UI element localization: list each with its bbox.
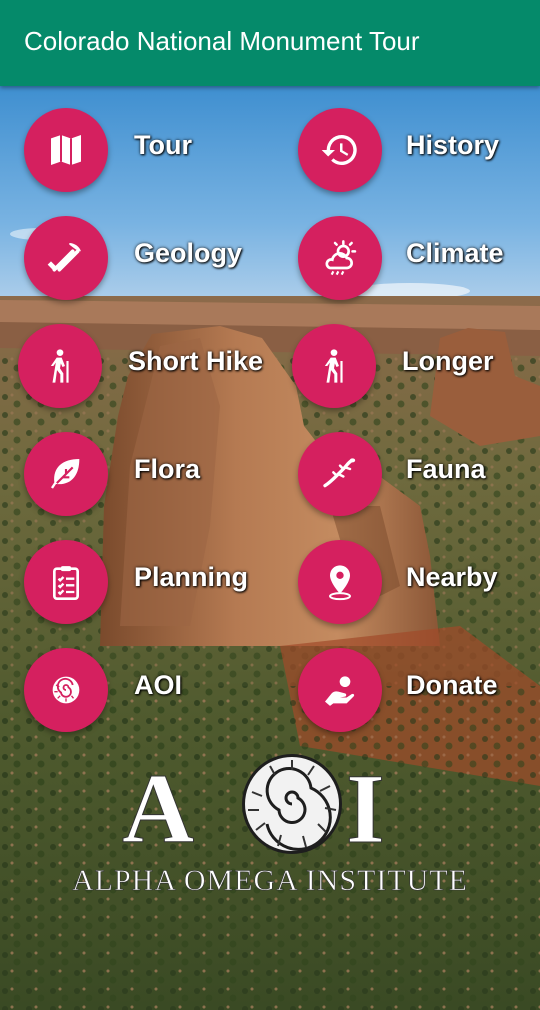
pick-shovel-icon xyxy=(47,243,81,272)
longer-circle[interactable] xyxy=(292,324,376,408)
institute-name: ALPHA OMEGA INSTITUTE xyxy=(72,864,468,897)
tour-circle[interactable] xyxy=(24,108,108,192)
donate-label: Donate xyxy=(406,670,498,700)
history-button[interactable]: History xyxy=(298,108,540,194)
svg-text:I: I xyxy=(346,753,385,864)
climate-circle[interactable] xyxy=(298,216,382,300)
aoi-button[interactable]: AOI xyxy=(24,648,274,734)
planning-label: Planning xyxy=(134,562,248,592)
tour-button[interactable]: Tour xyxy=(24,108,274,194)
history-icon xyxy=(321,134,357,165)
map-icon xyxy=(51,135,81,165)
svg-text:A: A xyxy=(122,753,194,864)
hand-coin-icon xyxy=(325,676,355,706)
geology-button[interactable]: Geology xyxy=(24,216,274,302)
flora-label: Flora xyxy=(134,454,201,484)
short-hike-button[interactable]: Short Hike xyxy=(18,324,268,410)
tour-label: Tour xyxy=(134,130,192,160)
ammonite-fossil-icon xyxy=(242,754,342,854)
planning-circle[interactable] xyxy=(24,540,108,624)
flora-circle[interactable] xyxy=(24,432,108,516)
hiker-icon xyxy=(50,349,69,383)
aoi-label: AOI xyxy=(134,670,183,700)
app-title: Colorado National Monument Tour xyxy=(24,26,420,56)
aoi-circle[interactable] xyxy=(24,648,108,732)
flora-button[interactable]: Flora xyxy=(24,432,274,518)
donate-button[interactable]: Donate xyxy=(298,648,540,734)
ammonite-icon xyxy=(52,676,80,704)
short-hike-circle[interactable] xyxy=(18,324,102,408)
short-hike-label: Short Hike xyxy=(128,346,264,376)
fauna-button[interactable]: Fauna xyxy=(298,432,540,518)
location-pin-icon xyxy=(329,565,351,601)
nearby-button[interactable]: Nearby xyxy=(298,540,540,626)
checklist-icon xyxy=(53,566,79,600)
lizard-icon xyxy=(323,458,356,488)
sun-cloud-icon xyxy=(325,240,357,276)
leaf-icon xyxy=(51,459,80,489)
app-bar: Colorado National Monument Tour xyxy=(0,0,540,86)
fauna-label: Fauna xyxy=(406,454,486,484)
longer-label: Longer xyxy=(402,346,494,376)
aoi-logo: A I ALPHA OMEGA INSTITUTE xyxy=(72,753,468,898)
climate-label: Climate xyxy=(406,238,504,268)
longer-button[interactable]: Longer xyxy=(292,324,540,410)
geology-circle[interactable] xyxy=(24,216,108,300)
geology-label: Geology xyxy=(134,238,243,268)
history-label: History xyxy=(406,130,500,160)
history-circle[interactable] xyxy=(298,108,382,192)
nearby-label: Nearby xyxy=(406,562,498,592)
donate-circle[interactable] xyxy=(298,648,382,732)
planning-button[interactable]: Planning xyxy=(24,540,274,626)
climate-button[interactable]: Climate xyxy=(298,216,540,302)
fauna-circle[interactable] xyxy=(298,432,382,516)
nearby-circle[interactable] xyxy=(298,540,382,624)
hiker-icon xyxy=(324,349,343,383)
